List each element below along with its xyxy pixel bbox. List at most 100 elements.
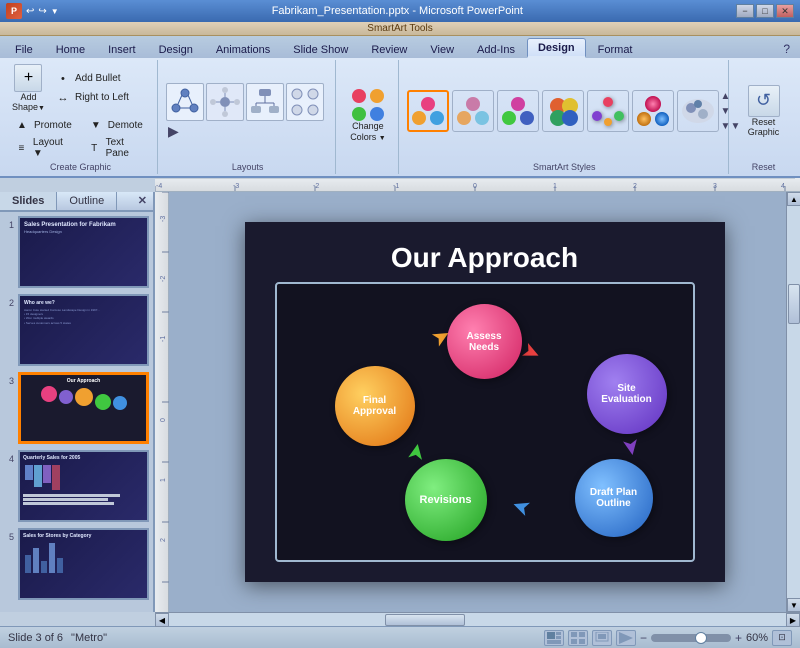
text-pane-button[interactable]: T Text Pane — [83, 136, 151, 160]
tab-smartart-design[interactable]: Design — [527, 38, 586, 58]
add-bullet-button[interactable]: • Add Bullet — [51, 70, 133, 88]
change-colors-button[interactable]: ChangeColors ▼ — [343, 85, 393, 147]
create-graphic-label: Create Graphic — [10, 160, 151, 172]
reset-group: ↺ ResetGraphic Reset — [731, 60, 796, 174]
sidebar-tab-outline[interactable]: Outline — [57, 192, 117, 210]
scroll-up-button[interactable]: ▲ — [787, 192, 800, 206]
reading-view-button[interactable] — [592, 630, 612, 646]
svg-text:2: 2 — [160, 538, 167, 542]
scroll-thumb-h[interactable] — [385, 614, 465, 626]
style-item-7[interactable] — [677, 90, 719, 132]
fit-to-window-button[interactable]: ⊡ — [772, 630, 792, 646]
right-to-left-button[interactable]: ↔ Right to Left — [51, 89, 133, 107]
tab-view[interactable]: View — [419, 40, 465, 58]
style-item-2[interactable] — [452, 90, 494, 132]
minimize-button[interactable]: − — [736, 4, 754, 18]
zoom-thumb[interactable] — [695, 632, 707, 644]
slide-sorter-button[interactable] — [568, 630, 588, 646]
svg-text:-3: -3 — [233, 183, 239, 190]
add-shape-button[interactable]: + Add Shape▼ — [10, 62, 47, 114]
layouts-label: Layouts — [166, 160, 329, 172]
layouts-group: ▶ Layouts — [160, 60, 336, 174]
window-title: Fabrikam_Presentation.pptx - Microsoft P… — [59, 5, 736, 17]
quick-access-undo[interactable]: ↩ — [26, 6, 34, 17]
svg-text:1: 1 — [160, 478, 167, 482]
svg-text:3: 3 — [713, 183, 717, 190]
status-left: Slide 3 of 6 "Metro" — [8, 632, 107, 644]
style-item-5[interactable] — [587, 90, 629, 132]
slide-num-4: 4 — [4, 454, 14, 464]
quick-access-dropdown[interactable]: ▼ — [51, 7, 59, 16]
tab-insert[interactable]: Insert — [97, 40, 147, 58]
assess-needs-circle[interactable]: AssessNeeds — [447, 304, 522, 379]
zoom-slider[interactable] — [651, 634, 731, 642]
scroll-down-button[interactable]: ▼ — [787, 598, 800, 612]
tab-animations[interactable]: Animations — [205, 40, 281, 58]
zoom-out-button[interactable]: − — [640, 631, 647, 645]
style-item-4[interactable] — [542, 90, 584, 132]
slide-image-4[interactable]: Quarterly Sales for 2005 — [18, 450, 149, 522]
close-button[interactable]: ✕ — [776, 4, 794, 18]
svg-text:-2: -2 — [313, 183, 319, 190]
layout-item-4[interactable] — [286, 83, 324, 121]
zoom-in-button[interactable]: + — [735, 631, 742, 645]
svg-text:1: 1 — [553, 183, 557, 190]
maximize-button[interactable]: □ — [756, 4, 774, 18]
tab-file[interactable]: File — [4, 40, 44, 58]
help-icon[interactable]: ? — [777, 40, 796, 58]
slide-image-5[interactable]: Sales for Stores by Category — [18, 528, 149, 600]
layout-item-1[interactable] — [166, 83, 204, 121]
normal-view-button[interactable] — [544, 630, 564, 646]
smartart-styles-label: SmartArt Styles — [407, 160, 722, 172]
smartart-diagram[interactable]: ➤ ➤ ➤ ➤ ➤ AssessNeeds SiteEvaluation — [275, 282, 695, 562]
change-colors-label — [344, 170, 391, 172]
layouts-items: ▶ — [166, 83, 329, 140]
status-right: − + 60% ⊡ — [544, 630, 792, 646]
tab-addins[interactable]: Add-Ins — [466, 40, 526, 58]
tab-review[interactable]: Review — [360, 40, 418, 58]
promote-button[interactable]: ▲ Promote — [10, 116, 76, 134]
demote-button[interactable]: ▼ Demote — [84, 116, 147, 134]
slide-thumb-2[interactable]: 2 Who are we? Aaron Cole started Contoso… — [4, 294, 149, 366]
layout-button[interactable]: ≡ Layout ▼ — [10, 136, 77, 160]
slide-thumb-3[interactable]: 3 Our Approach — [4, 372, 149, 444]
sidebar: Slides Outline ✕ 1 Sales Presentation fo… — [0, 192, 155, 612]
layout-item-2[interactable] — [206, 83, 244, 121]
layout-item-3[interactable] — [246, 83, 284, 121]
slide-thumb-1[interactable]: 1 Sales Presentation for Fabrikam Headqu… — [4, 216, 149, 288]
sidebar-close-button[interactable]: ✕ — [132, 192, 153, 210]
quick-access-redo[interactable]: ↪ — [38, 6, 46, 17]
site-evaluation-circle[interactable]: SiteEvaluation — [587, 354, 667, 434]
slide-thumb-5[interactable]: 5 Sales for Stores by Category — [4, 528, 149, 600]
style-item-3[interactable] — [497, 90, 539, 132]
sidebar-tab-slides[interactable]: Slides — [0, 192, 57, 210]
final-approval-circle[interactable]: FinalApproval — [335, 366, 415, 446]
revisions-circle[interactable]: Revisions — [405, 459, 487, 541]
smartart-tools-label: SmartArt Tools — [0, 22, 800, 36]
layouts-scroll-right[interactable]: ▶ — [168, 123, 179, 140]
slide-thumb-4[interactable]: 4 Quarterly Sales for 2005 — [4, 450, 149, 522]
slide-image-1[interactable]: Sales Presentation for Fabrikam Headquar… — [18, 216, 149, 288]
slide-image-2[interactable]: Who are we? Aaron Cole started Contoso L… — [18, 294, 149, 366]
tab-slideshow[interactable]: Slide Show — [282, 40, 359, 58]
reset-graphic-button[interactable]: ↺ ResetGraphic — [744, 83, 784, 140]
style-item-1[interactable] — [407, 90, 449, 132]
slide-num-5: 5 — [4, 532, 14, 542]
scroll-thumb-v[interactable] — [788, 284, 800, 324]
slideshow-button[interactable] — [616, 630, 636, 646]
slide-canvas[interactable]: Our Approach ➤ ➤ ➤ ➤ ➤ AssessNeeds — [245, 222, 725, 582]
svg-text:-1: -1 — [160, 336, 167, 342]
zoom-level: 60% — [746, 632, 768, 644]
scroll-left-button[interactable]: ◀ — [155, 613, 169, 627]
tab-home[interactable]: Home — [45, 40, 96, 58]
canvas-area: Our Approach ➤ ➤ ➤ ➤ ➤ AssessNeeds — [169, 192, 800, 612]
arrow-2: ➤ — [616, 436, 645, 459]
slide-count: Slide 3 of 6 — [8, 632, 63, 644]
tab-format[interactable]: Format — [587, 40, 644, 58]
slide-image-3[interactable]: Our Approach — [18, 372, 149, 444]
draft-plan-circle[interactable]: Draft PlanOutline — [575, 459, 653, 537]
svg-text:-3: -3 — [160, 216, 167, 222]
tab-design[interactable]: Design — [148, 40, 204, 58]
scroll-right-button[interactable]: ▶ — [786, 613, 800, 627]
style-item-6[interactable] — [632, 90, 674, 132]
